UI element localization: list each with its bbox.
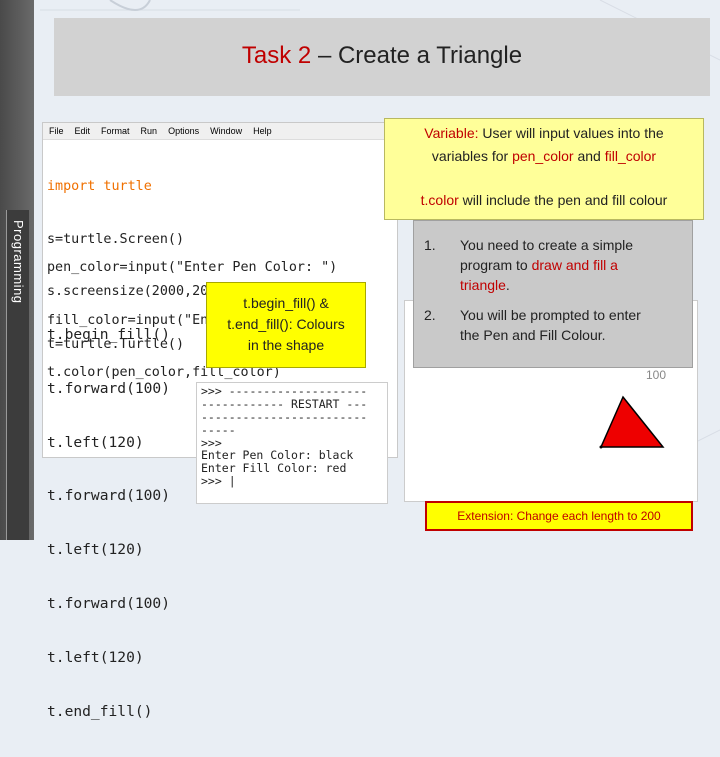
pen-color-term: pen_color — [512, 148, 574, 164]
task-text-part: . — [505, 277, 510, 293]
variable-line-1: Variable: User will input values into th… — [385, 125, 703, 141]
task-text: You will be prompted to enter — [460, 307, 641, 323]
note-line: in the shape — [247, 337, 325, 353]
code-line: t.forward(100) — [47, 379, 171, 397]
extension-callout: Extension: Change each length to 200 — [425, 501, 693, 531]
python-shell-window: >>> -------------------- ------------ RE… — [196, 382, 388, 504]
task-text: triangle. — [460, 275, 633, 295]
editor-menu-bar: File Edit Format Run Options Window Help — [43, 123, 397, 140]
variable-line-2: variables for pen_color and fill_color — [385, 148, 703, 164]
shell-line: >>> — [201, 436, 222, 450]
fill-note-callout: t.begin_fill() & t.end_fill(): Colours i… — [206, 282, 366, 368]
task-item-2: You will be prompted to enter the Pen an… — [460, 305, 641, 345]
task-highlight: draw and fill a — [531, 257, 618, 273]
shell-line: Enter Pen Color: black — [201, 449, 354, 463]
menu-run[interactable]: Run — [141, 126, 158, 136]
task-number: 2. — [424, 307, 436, 323]
variable-text: User will input values into the — [478, 125, 664, 141]
sidebar-label: Programming — [11, 220, 26, 304]
axis-value-label: 100 — [646, 368, 667, 382]
menu-edit[interactable]: Edit — [75, 126, 91, 136]
variable-text: will include the pen and fill colour — [458, 192, 668, 208]
note-line: t.begin_fill() & — [243, 295, 329, 311]
shell-prompt[interactable]: >>> | — [201, 475, 387, 488]
task-instructions: 1. You need to create a simple program t… — [413, 220, 693, 368]
code-line: t.left(120) — [47, 433, 144, 451]
shell-line: Enter Fill Color: red — [201, 462, 347, 476]
variable-text: variables for — [431, 148, 513, 164]
note-line: t.end_fill(): Colours — [227, 316, 345, 332]
code-line: t.left(120) — [47, 541, 144, 559]
code-line: pen_color=input("Enter Pen Color: ") — [47, 260, 338, 275]
code-line: t.forward(100) — [47, 594, 171, 612]
shell-line: ----- — [201, 423, 236, 437]
turtle-cursor-icon — [599, 445, 603, 449]
code-line: import turtle — [47, 179, 152, 194]
fill-color-term: fill_color — [604, 148, 657, 164]
task-highlight: triangle — [460, 277, 506, 293]
code-line: t.forward(100) — [47, 487, 171, 505]
menu-file[interactable]: File — [49, 126, 64, 136]
task-text: You need to create a simple — [460, 237, 634, 253]
title-task-number: Task 2 — [241, 42, 312, 69]
task-text: the Pen and Fill Colour. — [460, 327, 606, 343]
task-text: program to draw and fill a — [460, 255, 633, 275]
menu-window[interactable]: Window — [210, 126, 242, 136]
drawn-triangle — [599, 395, 665, 448]
title-text: – Create a Triangle — [311, 42, 523, 69]
code-block-draw: t.begin_fill() t.forward(100) t.left(120… — [47, 289, 170, 757]
task-number: 1. — [424, 237, 436, 253]
task-item-1: You need to create a simple program to d… — [460, 235, 633, 295]
code-line: t.begin_fill() — [47, 326, 171, 343]
variable-callout: Variable: User will input values into th… — [384, 118, 704, 220]
variable-line-3: t.color will include the pen and fill co… — [385, 192, 703, 208]
variable-text: and — [573, 148, 605, 164]
extension-text: Extension: Change each length to 200 — [457, 509, 661, 523]
variable-label: Variable: — [424, 125, 479, 141]
t-color-term: t.color — [420, 192, 459, 208]
code-line: t.end_fill() — [47, 702, 153, 720]
menu-format[interactable]: Format — [101, 126, 130, 136]
menu-help[interactable]: Help — [253, 126, 272, 136]
shell-line: ------------ RESTART --- — [201, 397, 368, 411]
shell-line: >>> -------------------- — [201, 385, 368, 398]
menu-options[interactable]: Options — [168, 126, 199, 136]
page-title: Task 2 – Create a Triangle — [54, 42, 710, 70]
shell-line: ------------------------ — [201, 410, 368, 424]
task-text-part: program to — [460, 257, 532, 273]
code-line: t.left(120) — [47, 648, 144, 666]
